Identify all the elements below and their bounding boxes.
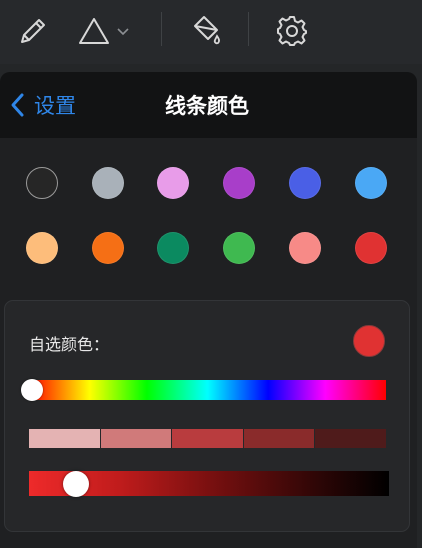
color-picker-window: 设置 线条颜色 自选颜色： — [0, 0, 422, 548]
toolbar-divider — [161, 12, 162, 46]
color-swatch[interactable] — [355, 232, 387, 264]
shade-swatches — [29, 429, 386, 448]
color-swatch[interactable] — [157, 167, 189, 199]
color-swatch[interactable] — [92, 167, 124, 199]
color-swatch[interactable] — [26, 167, 58, 199]
current-color-preview[interactable] — [353, 325, 385, 357]
pencil-tool-button[interactable] — [14, 12, 52, 50]
shade-swatch[interactable] — [243, 429, 316, 448]
gear-icon — [277, 16, 307, 46]
shade-swatch[interactable] — [29, 429, 101, 448]
color-swatch[interactable] — [289, 167, 321, 199]
panel-title: 线条颜色 — [165, 94, 249, 118]
color-swatch[interactable] — [223, 167, 255, 199]
color-swatch[interactable] — [355, 167, 387, 199]
hue-slider-track[interactable] — [29, 380, 386, 400]
chevron-down-icon — [117, 28, 129, 36]
triangle-icon — [79, 18, 109, 44]
custom-color-label: 自选颜色： — [29, 335, 110, 354]
toolbar-divider — [248, 12, 249, 46]
pencil-icon — [21, 19, 45, 43]
color-swatch[interactable] — [92, 232, 124, 264]
color-swatch[interactable] — [26, 232, 58, 264]
shade-swatch[interactable] — [100, 429, 173, 448]
custom-color-card: 自选颜色： — [4, 300, 410, 532]
hue-slider-handle[interactable] — [21, 379, 43, 401]
lightness-slider-handle[interactable] — [62, 471, 89, 497]
fill-tool-button[interactable] — [186, 12, 226, 50]
panel-header: 设置 线条颜色 — [0, 72, 417, 138]
paint-bucket-icon — [194, 16, 220, 45]
top-toolbar — [0, 0, 422, 64]
settings-button[interactable] — [272, 12, 312, 50]
color-swatch[interactable] — [289, 232, 321, 264]
color-swatch[interactable] — [157, 232, 189, 264]
shade-swatch[interactable] — [172, 429, 244, 448]
shape-tool-button[interactable] — [72, 12, 136, 50]
shade-swatch[interactable] — [315, 429, 386, 448]
color-swatch[interactable] — [223, 232, 255, 264]
line-color-panel: 设置 线条颜色 自选颜色： — [0, 72, 417, 548]
